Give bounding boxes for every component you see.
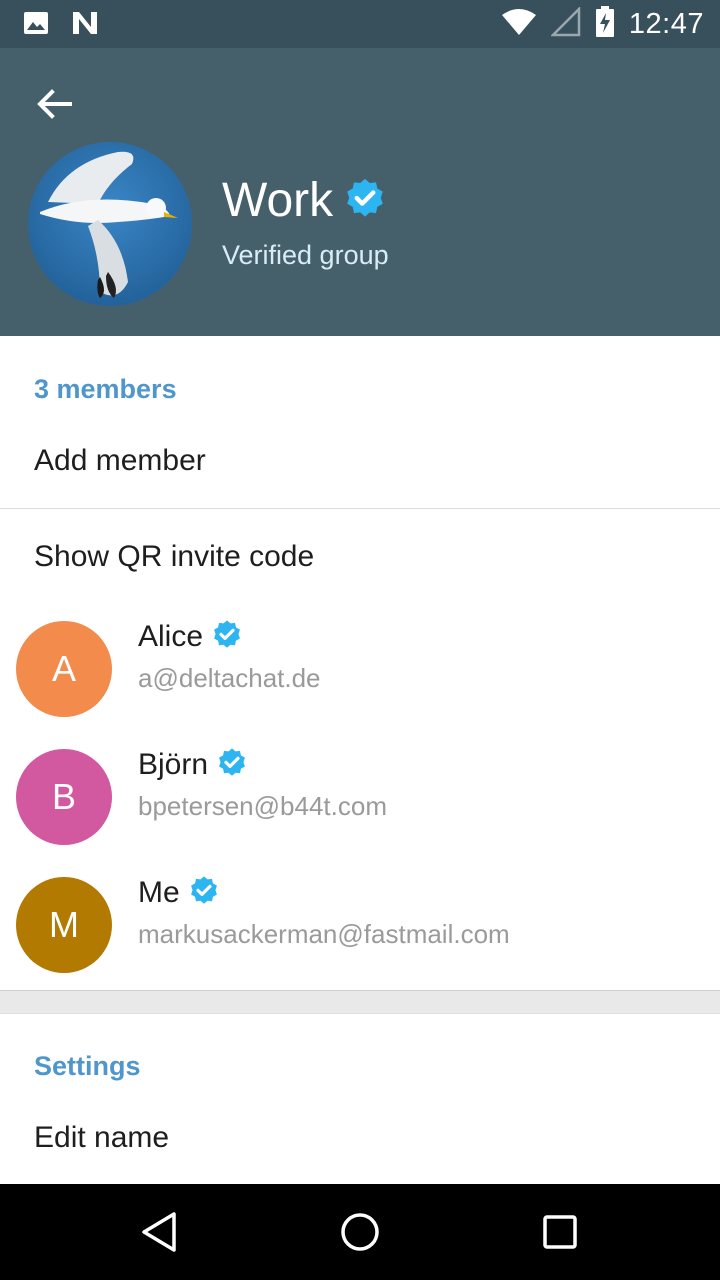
status-bar: 12:47	[0, 0, 720, 48]
member-email: bpetersen@b44t.com	[138, 791, 387, 821]
verified-badge-icon	[188, 875, 220, 912]
divider	[0, 508, 720, 509]
group-avatar[interactable]	[28, 142, 192, 306]
nav-back-button[interactable]	[136, 1208, 184, 1256]
member-email: a@deltachat.de	[138, 663, 321, 693]
member-name: Me	[138, 876, 180, 909]
avatar: M	[16, 877, 112, 973]
arrow-left-icon	[37, 89, 72, 119]
member-row-alice[interactable]: A Alice a@deltachat.de	[0, 605, 720, 733]
n-icon	[70, 9, 100, 42]
member-row-me[interactable]: M Me markusackerman@fastmail.com	[0, 861, 720, 989]
group-title-row: Work	[222, 172, 387, 230]
member-row-bjorn[interactable]: B Björn bpetersen@b44t.com	[0, 733, 720, 861]
section-separator	[0, 990, 720, 1014]
home-circle-icon	[341, 1213, 379, 1251]
member-name: Björn	[138, 748, 209, 781]
nav-recents-button[interactable]	[536, 1208, 584, 1256]
recents-square-icon	[543, 1215, 577, 1249]
navigation-bar	[0, 1184, 720, 1280]
back-button[interactable]	[30, 84, 80, 124]
verified-badge-icon	[211, 619, 243, 656]
seagull-image	[28, 142, 192, 306]
nav-home-button[interactable]	[336, 1208, 384, 1256]
verified-badge-icon	[216, 747, 248, 784]
group-title: Work	[222, 174, 334, 227]
group-subtitle: Verified group	[222, 240, 389, 270]
battery-charging-icon	[595, 5, 615, 43]
settings-header: Settings	[34, 1051, 141, 1081]
member-email: markusackerman@fastmail.com	[138, 919, 510, 949]
verified-badge-icon	[343, 177, 387, 226]
status-time: 12:47	[628, 7, 704, 40]
wifi-icon	[501, 7, 537, 42]
image-icon	[22, 9, 50, 42]
avatar: B	[16, 749, 112, 845]
avatar: A	[16, 621, 112, 717]
member-name: Alice	[138, 620, 204, 653]
back-triangle-icon	[142, 1212, 176, 1252]
cell-signal-icon	[549, 5, 581, 42]
show-qr-invite-button[interactable]: Show QR invite code	[34, 540, 314, 574]
add-member-button[interactable]: Add member	[34, 444, 206, 478]
members-count-header: 3 members	[34, 374, 177, 404]
group-header: Work Verified group	[0, 48, 720, 336]
edit-name-button[interactable]: Edit name	[34, 1121, 169, 1155]
